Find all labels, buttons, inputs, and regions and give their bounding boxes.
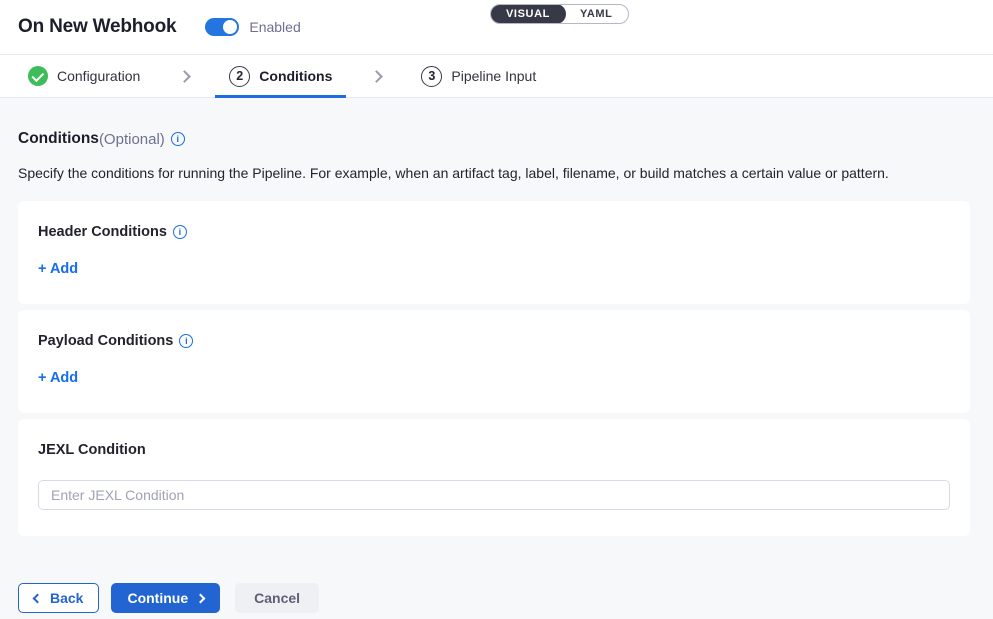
payload-conditions-title: Payload Conditions [38,333,173,349]
conditions-panel: Conditions (Optional) Specify the condit… [0,98,993,619]
conditions-heading: Conditions [18,130,99,148]
info-icon[interactable] [171,132,185,146]
enabled-toggle-group: Enabled [205,18,300,36]
jexl-condition-title-row: JEXL Condition [38,442,950,458]
payload-conditions-title-row: Payload Conditions [38,333,950,349]
continue-button[interactable]: Continue [111,583,220,613]
chevron-right-icon [178,70,191,83]
continue-button-label: Continue [127,590,188,606]
conditions-description: Specify the conditions for running the P… [18,165,970,181]
jexl-condition-card: JEXL Condition [18,419,970,536]
optional-label: (Optional) [99,131,165,148]
cancel-button[interactable]: Cancel [235,583,319,613]
back-button-label: Back [50,590,83,606]
step-complete-check-icon [28,66,48,86]
payload-conditions-card: Payload Conditions + Add [18,310,970,413]
jexl-condition-input[interactable] [38,480,950,510]
enabled-toggle[interactable] [205,18,239,36]
header-conditions-title: Header Conditions [38,224,167,240]
header-conditions-card: Header Conditions + Add [18,201,970,304]
add-header-condition-button[interactable]: + Add [38,261,78,277]
step-number-2: 2 [229,66,250,87]
info-icon[interactable] [179,334,193,348]
info-icon[interactable] [173,225,187,239]
yaml-segment[interactable]: YAML [565,5,628,23]
jexl-condition-label: JEXL Condition [38,442,146,458]
wizard-stepper: Configuration 2 Conditions 3 Pipeline In… [0,55,993,98]
cancel-button-label: Cancel [254,590,300,606]
step-number-3: 3 [421,66,442,87]
page-title: On New Webhook [18,16,176,38]
visual-segment[interactable]: VISUAL [490,4,566,24]
page-header: On New Webhook Enabled VISUAL YAML [0,0,993,55]
back-button[interactable]: Back [18,583,99,613]
chevron-right-icon [371,70,384,83]
step-conditions-label: Conditions [259,68,332,84]
step-pipeline-input[interactable]: 3 Pipeline Input [407,55,550,97]
visual-yaml-switch: VISUAL YAML [490,4,629,24]
enabled-toggle-label: Enabled [249,19,300,35]
wizard-footer: Back Continue Cancel [18,583,970,613]
step-configuration[interactable]: Configuration [28,55,154,97]
toggle-knob [223,20,237,34]
header-conditions-title-row: Header Conditions [38,224,950,240]
chevron-right-icon [196,594,206,604]
chevron-left-icon [33,594,43,604]
step-conditions[interactable]: 2 Conditions [215,55,346,97]
conditions-heading-row: Conditions (Optional) [18,130,970,148]
add-payload-condition-button[interactable]: + Add [38,370,78,386]
step-configuration-label: Configuration [57,68,140,84]
step-pipeline-input-label: Pipeline Input [451,68,536,84]
